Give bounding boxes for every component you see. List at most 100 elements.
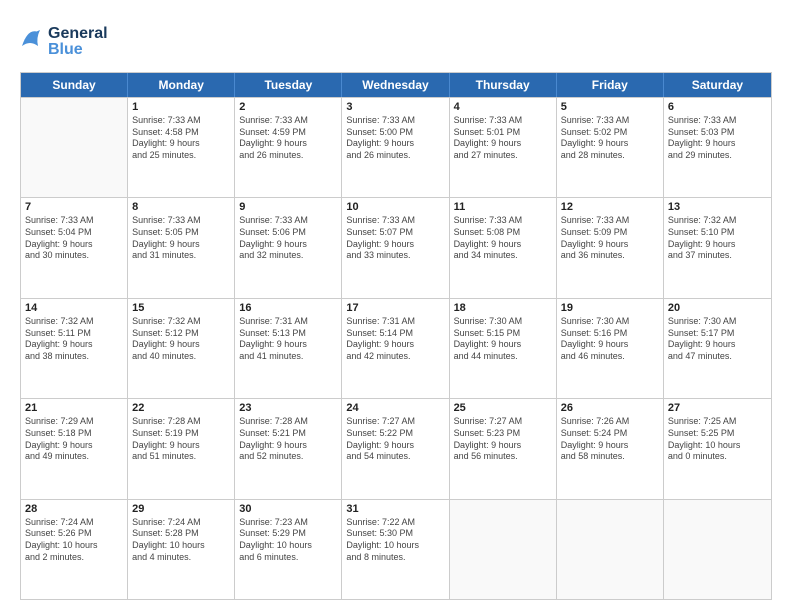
cell-info-line: Sunset: 5:23 PM bbox=[454, 428, 552, 440]
cell-info-line: Sunset: 5:02 PM bbox=[561, 127, 659, 139]
calendar-cell: 10Sunrise: 7:33 AMSunset: 5:07 PMDayligh… bbox=[342, 198, 449, 297]
cell-info-line: and 49 minutes. bbox=[25, 451, 123, 463]
cell-info-line: Sunset: 5:14 PM bbox=[346, 328, 444, 340]
svg-text:Blue: Blue bbox=[48, 41, 83, 58]
cell-info-line: Daylight: 9 hours bbox=[346, 138, 444, 150]
cell-info-line: Daylight: 9 hours bbox=[132, 138, 230, 150]
day-number: 13 bbox=[668, 201, 767, 213]
cell-info-line: Daylight: 9 hours bbox=[25, 239, 123, 251]
cell-info-line: Sunrise: 7:28 AM bbox=[132, 416, 230, 428]
cell-info-line: and 28 minutes. bbox=[561, 150, 659, 162]
cell-info-line: and 31 minutes. bbox=[132, 250, 230, 262]
day-number: 9 bbox=[239, 201, 337, 213]
cell-info-line: and 54 minutes. bbox=[346, 451, 444, 463]
header: GeneralBlue bbox=[20, 18, 772, 62]
weekday-header: Wednesday bbox=[342, 73, 449, 97]
cell-info-line: Sunset: 5:04 PM bbox=[25, 227, 123, 239]
page: GeneralBlue SundayMondayTuesdayWednesday… bbox=[0, 0, 792, 612]
day-number: 28 bbox=[25, 503, 123, 515]
cell-info-line: Sunset: 5:19 PM bbox=[132, 428, 230, 440]
day-number: 21 bbox=[25, 402, 123, 414]
calendar-cell: 9Sunrise: 7:33 AMSunset: 5:06 PMDaylight… bbox=[235, 198, 342, 297]
cell-info-line: Sunset: 5:24 PM bbox=[561, 428, 659, 440]
cell-info-line: Daylight: 9 hours bbox=[561, 138, 659, 150]
calendar-cell: 21Sunrise: 7:29 AMSunset: 5:18 PMDayligh… bbox=[21, 399, 128, 498]
cell-info-line: Sunset: 5:16 PM bbox=[561, 328, 659, 340]
cell-info-line: and 4 minutes. bbox=[132, 552, 230, 564]
calendar-cell bbox=[450, 500, 557, 599]
calendar-row: 28Sunrise: 7:24 AMSunset: 5:26 PMDayligh… bbox=[21, 499, 771, 599]
cell-info-line: Sunset: 5:22 PM bbox=[346, 428, 444, 440]
cell-info-line: and 41 minutes. bbox=[239, 351, 337, 363]
cell-info-line: and 37 minutes. bbox=[668, 250, 767, 262]
day-number: 4 bbox=[454, 101, 552, 113]
weekday-header: Sunday bbox=[21, 73, 128, 97]
cell-info-line: Sunset: 5:17 PM bbox=[668, 328, 767, 340]
cell-info-line: Sunset: 5:30 PM bbox=[346, 528, 444, 540]
calendar-cell: 29Sunrise: 7:24 AMSunset: 5:28 PMDayligh… bbox=[128, 500, 235, 599]
cell-info-line: Sunrise: 7:22 AM bbox=[346, 517, 444, 529]
calendar-cell: 31Sunrise: 7:22 AMSunset: 5:30 PMDayligh… bbox=[342, 500, 449, 599]
cell-info-line: and 46 minutes. bbox=[561, 351, 659, 363]
cell-info-line: Daylight: 10 hours bbox=[132, 540, 230, 552]
day-number: 27 bbox=[668, 402, 767, 414]
cell-info-line: and 44 minutes. bbox=[454, 351, 552, 363]
day-number: 3 bbox=[346, 101, 444, 113]
day-number: 25 bbox=[454, 402, 552, 414]
weekday-header: Friday bbox=[557, 73, 664, 97]
calendar-cell: 27Sunrise: 7:25 AMSunset: 5:25 PMDayligh… bbox=[664, 399, 771, 498]
cell-info-line: Sunrise: 7:28 AM bbox=[239, 416, 337, 428]
cell-info-line: and 36 minutes. bbox=[561, 250, 659, 262]
cell-info-line: and 26 minutes. bbox=[239, 150, 337, 162]
cell-info-line: Sunset: 5:01 PM bbox=[454, 127, 552, 139]
calendar-row: 21Sunrise: 7:29 AMSunset: 5:18 PMDayligh… bbox=[21, 398, 771, 498]
day-number: 24 bbox=[346, 402, 444, 414]
cell-info-line: Daylight: 9 hours bbox=[668, 339, 767, 351]
cell-info-line: Daylight: 9 hours bbox=[561, 440, 659, 452]
cell-info-line: Sunrise: 7:33 AM bbox=[668, 115, 767, 127]
cell-info-line: Daylight: 9 hours bbox=[239, 339, 337, 351]
calendar-cell: 23Sunrise: 7:28 AMSunset: 5:21 PMDayligh… bbox=[235, 399, 342, 498]
cell-info-line: Daylight: 9 hours bbox=[132, 239, 230, 251]
cell-info-line: and 42 minutes. bbox=[346, 351, 444, 363]
calendar-row: 1Sunrise: 7:33 AMSunset: 4:58 PMDaylight… bbox=[21, 97, 771, 197]
day-number: 20 bbox=[668, 302, 767, 314]
cell-info-line: Sunset: 5:25 PM bbox=[668, 428, 767, 440]
cell-info-line: and 30 minutes. bbox=[25, 250, 123, 262]
calendar-cell: 26Sunrise: 7:26 AMSunset: 5:24 PMDayligh… bbox=[557, 399, 664, 498]
logo-icon: GeneralBlue bbox=[20, 18, 110, 62]
cell-info-line: Sunrise: 7:33 AM bbox=[132, 215, 230, 227]
weekday-header: Thursday bbox=[450, 73, 557, 97]
calendar-cell: 22Sunrise: 7:28 AMSunset: 5:19 PMDayligh… bbox=[128, 399, 235, 498]
cell-info-line: Sunset: 5:03 PM bbox=[668, 127, 767, 139]
cell-info-line: Daylight: 10 hours bbox=[239, 540, 337, 552]
day-number: 31 bbox=[346, 503, 444, 515]
cell-info-line: and 25 minutes. bbox=[132, 150, 230, 162]
cell-info-line: Sunset: 5:18 PM bbox=[25, 428, 123, 440]
cell-info-line: Sunrise: 7:33 AM bbox=[239, 215, 337, 227]
cell-info-line: Sunrise: 7:27 AM bbox=[454, 416, 552, 428]
calendar-cell: 17Sunrise: 7:31 AMSunset: 5:14 PMDayligh… bbox=[342, 299, 449, 398]
day-number: 23 bbox=[239, 402, 337, 414]
calendar-body: 1Sunrise: 7:33 AMSunset: 4:58 PMDaylight… bbox=[21, 97, 771, 599]
cell-info-line: Daylight: 9 hours bbox=[239, 239, 337, 251]
day-number: 2 bbox=[239, 101, 337, 113]
cell-info-line: Sunrise: 7:30 AM bbox=[561, 316, 659, 328]
cell-info-line: Sunset: 5:11 PM bbox=[25, 328, 123, 340]
cell-info-line: and 56 minutes. bbox=[454, 451, 552, 463]
cell-info-line: Sunset: 5:12 PM bbox=[132, 328, 230, 340]
cell-info-line: Sunset: 5:26 PM bbox=[25, 528, 123, 540]
cell-info-line: Sunrise: 7:33 AM bbox=[346, 115, 444, 127]
calendar-header: SundayMondayTuesdayWednesdayThursdayFrid… bbox=[21, 73, 771, 97]
cell-info-line: and 33 minutes. bbox=[346, 250, 444, 262]
cell-info-line: and 52 minutes. bbox=[239, 451, 337, 463]
cell-info-line: Daylight: 9 hours bbox=[132, 440, 230, 452]
cell-info-line: Sunrise: 7:33 AM bbox=[561, 115, 659, 127]
cell-info-line: Sunrise: 7:30 AM bbox=[668, 316, 767, 328]
calendar-cell: 5Sunrise: 7:33 AMSunset: 5:02 PMDaylight… bbox=[557, 98, 664, 197]
cell-info-line: Sunrise: 7:33 AM bbox=[132, 115, 230, 127]
calendar-cell bbox=[557, 500, 664, 599]
cell-info-line: and 29 minutes. bbox=[668, 150, 767, 162]
day-number: 8 bbox=[132, 201, 230, 213]
logo: GeneralBlue bbox=[20, 18, 110, 62]
